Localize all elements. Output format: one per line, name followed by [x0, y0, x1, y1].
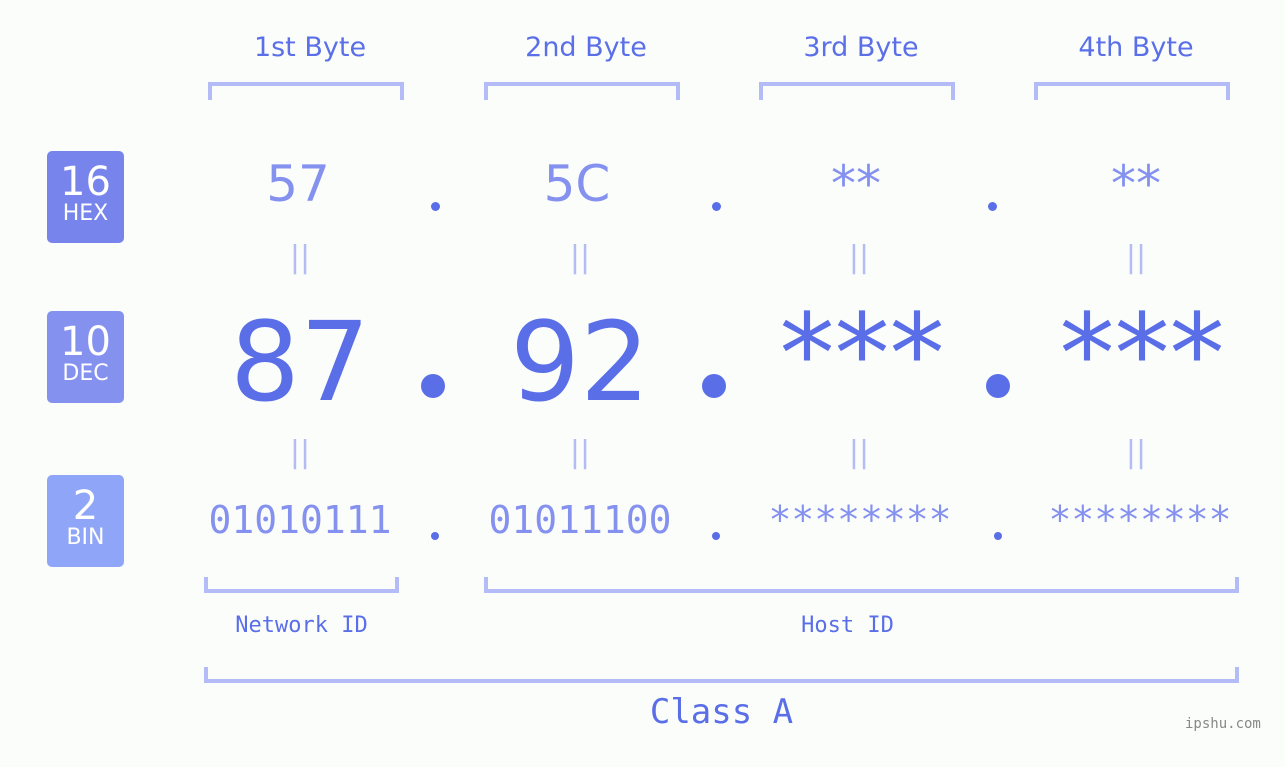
class-bracket: [204, 667, 1239, 683]
hex-base-label: HEX: [62, 201, 109, 226]
bin-badge: 2 BIN: [47, 475, 124, 567]
dec-base-number: 10: [60, 319, 111, 365]
equals-sign: ||: [848, 240, 870, 275]
host-id-bracket: [484, 577, 1239, 593]
dec-byte-4: ***: [1059, 290, 1225, 418]
header-byte-2: 2nd Byte: [525, 32, 647, 63]
equals-sign: ||: [289, 240, 311, 275]
bracket-byte-1: [208, 82, 404, 100]
dec-separator-dot: [702, 374, 726, 398]
bin-byte-2: 01011100: [488, 498, 672, 542]
header-byte-1: 1st Byte: [253, 32, 367, 63]
hex-byte-3: **: [831, 155, 881, 213]
bin-base-number: 2: [72, 483, 99, 529]
dec-byte-1: 87: [230, 298, 370, 426]
equals-sign: ||: [569, 435, 591, 470]
hex-separator-dot: [988, 202, 997, 211]
network-id-bracket: [204, 577, 399, 593]
bin-separator-dot: [431, 532, 439, 540]
dec-badge: 10 DEC: [47, 311, 124, 403]
dec-separator-dot: [986, 374, 1010, 398]
bin-separator-dot: [994, 532, 1002, 540]
bin-base-label: BIN: [66, 525, 105, 550]
equals-sign: ||: [1125, 240, 1147, 275]
hex-separator-dot: [712, 202, 721, 211]
bin-byte-3: ********: [768, 498, 952, 542]
network-id-label: Network ID: [235, 613, 368, 638]
header-byte-3: 3rd Byte: [803, 32, 919, 63]
bin-byte-1: 01010111: [208, 498, 392, 542]
bin-byte-4: ********: [1048, 498, 1232, 542]
hex-separator-dot: [431, 202, 440, 211]
equals-sign: ||: [1125, 435, 1147, 470]
dec-separator-dot: [421, 374, 445, 398]
host-id-label: Host ID: [801, 613, 894, 638]
dec-byte-3: ***: [779, 290, 945, 418]
equals-sign: ||: [848, 435, 870, 470]
hex-base-number: 16: [60, 159, 111, 205]
watermark: ipshu.com: [1185, 716, 1261, 732]
bracket-byte-3: [759, 82, 955, 100]
hex-badge: 16 HEX: [47, 151, 124, 243]
class-label: Class A: [649, 692, 794, 732]
hex-byte-2: 5C: [543, 155, 611, 213]
dec-byte-2: 92: [510, 298, 650, 426]
hex-byte-1: 57: [266, 155, 330, 213]
equals-sign: ||: [289, 435, 311, 470]
header-byte-4: 4th Byte: [1078, 32, 1194, 63]
hex-byte-4: **: [1111, 155, 1161, 213]
bin-separator-dot: [712, 532, 720, 540]
bracket-byte-4: [1034, 82, 1230, 100]
dec-base-label: DEC: [62, 361, 109, 386]
equals-sign: ||: [569, 240, 591, 275]
bracket-byte-2: [484, 82, 680, 100]
